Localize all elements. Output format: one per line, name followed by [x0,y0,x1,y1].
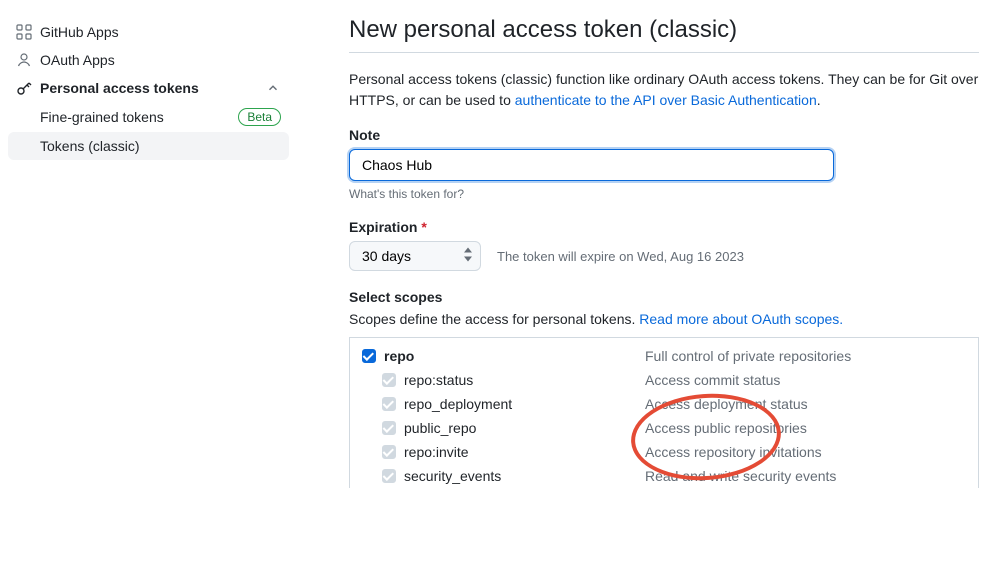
scopes-table: repo Full control of private repositories… [349,337,979,488]
scope-label-col: security_events [362,468,645,484]
nav-personal-access-tokens[interactable]: Personal access tokens [8,74,289,102]
scope-label-col: repo_deployment [362,396,645,412]
scope-label-col: repo:invite [362,444,645,460]
scopes-link[interactable]: Read more about OAuth scopes. [639,311,843,327]
scope-name[interactable]: public_repo [404,420,476,436]
nav-oauth-apps[interactable]: OAuth Apps [8,46,289,74]
person-icon [16,52,32,68]
scope-desc: Full control of private repositories [645,348,966,364]
expiration-note: The token will expire on Wed, Aug 16 202… [497,249,744,264]
sub-label: Tokens (classic) [40,138,140,154]
subnav-fine-grained[interactable]: Fine-grained tokens Beta [8,102,289,132]
scope-row: repo:invite Access repository invitations [350,440,978,464]
scope-name[interactable]: security_events [404,468,501,484]
scope-label-col: repo:status [362,372,645,388]
scope-desc: Access public repositories [645,420,966,436]
scope-checkbox[interactable] [382,373,396,387]
expiration-label: Expiration * [349,219,979,235]
scope-checkbox[interactable] [382,421,396,435]
sub-label: Fine-grained tokens [40,109,164,125]
required-asterisk: * [421,219,426,235]
scope-row: repo:status Access commit status [350,368,978,392]
scope-row: repo Full control of private repositories [350,338,978,368]
note-input[interactable] [349,149,834,181]
scope-desc: Access deployment status [645,396,966,412]
scope-name[interactable]: repo:invite [404,444,469,460]
apps-icon [16,24,32,40]
scope-label-col: repo [362,348,645,364]
scope-name[interactable]: repo_deployment [404,396,512,412]
nav-label: OAuth Apps [40,52,115,68]
scope-checkbox[interactable] [382,445,396,459]
scope-row: public_repo Access public repositories [350,416,978,440]
page-description: Personal access tokens (classic) functio… [349,69,979,111]
scope-checkbox[interactable] [382,469,396,483]
note-hint: What's this token for? [349,187,979,201]
key-icon [16,80,32,96]
scope-desc: Access repository invitations [645,444,966,460]
scope-desc: Read and write security events [645,468,966,484]
nav-label: Personal access tokens [40,80,199,96]
scope-row: repo_deployment Access deployment status [350,392,978,416]
scope-name[interactable]: repo:status [404,372,473,388]
scope-label-col: public_repo [362,420,645,436]
nav-github-apps[interactable]: GitHub Apps [8,18,289,46]
scope-name[interactable]: repo [384,348,414,364]
chevron-up-icon [265,80,281,96]
scope-checkbox[interactable] [362,349,376,363]
expiration-select[interactable]: 30 days [349,241,481,271]
nav-label: GitHub Apps [40,24,119,40]
scope-row: security_events Read and write security e… [350,464,978,488]
scope-desc: Access commit status [645,372,966,388]
note-label: Note [349,127,979,143]
page-title: New personal access token (classic) [349,16,979,53]
beta-badge: Beta [238,108,281,126]
auth-link[interactable]: authenticate to the API over Basic Authe… [515,92,817,108]
scopes-title: Select scopes [349,289,979,305]
scope-checkbox[interactable] [382,397,396,411]
subnav-tokens-classic[interactable]: Tokens (classic) [8,132,289,160]
scopes-description: Scopes define the access for personal to… [349,311,979,327]
